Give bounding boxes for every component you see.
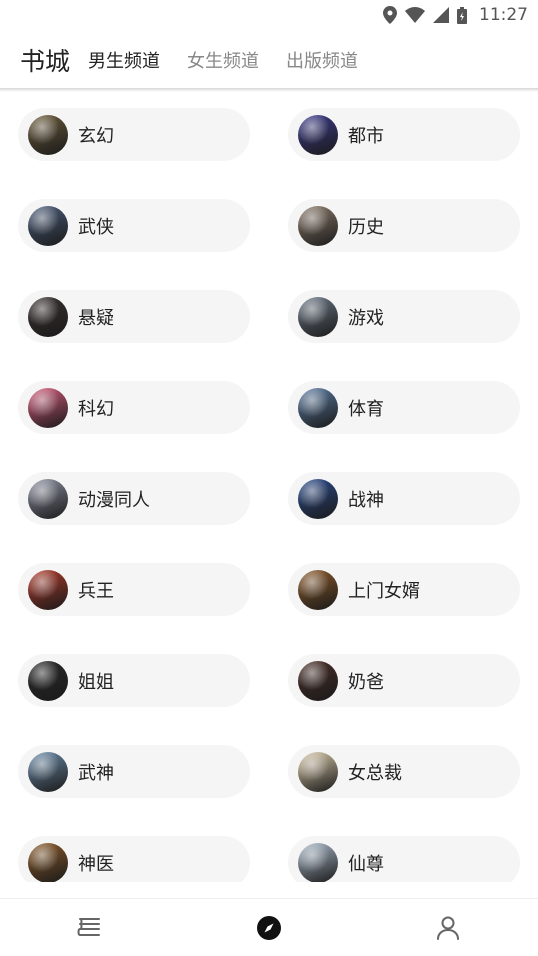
- category-label: 武神: [78, 762, 114, 784]
- category-item[interactable]: 奶爸: [288, 654, 520, 707]
- category-label: 仙尊: [348, 853, 384, 875]
- category-label: 姐姐: [78, 671, 114, 693]
- book-cover-thumbnail: [298, 569, 338, 610]
- book-cover-thumbnail: [298, 205, 338, 246]
- tab-female-channel[interactable]: 女生频道: [187, 47, 259, 73]
- book-cover-thumbnail: [28, 751, 68, 792]
- category-label: 历史: [348, 216, 384, 238]
- category-item[interactable]: 游戏: [288, 290, 520, 343]
- category-label: 体育: [348, 398, 384, 420]
- category-label: 战神: [348, 489, 384, 511]
- book-cover-thumbnail: [298, 478, 338, 519]
- category-item[interactable]: 女总裁: [288, 745, 520, 798]
- category-item[interactable]: 都市: [288, 108, 520, 161]
- category-label: 悬疑: [78, 307, 114, 329]
- compass-icon: [256, 915, 281, 940]
- book-cover-thumbnail: [28, 478, 68, 519]
- category-label: 都市: [348, 125, 384, 147]
- book-cover-thumbnail: [298, 296, 338, 337]
- category-item[interactable]: 武侠: [18, 199, 250, 252]
- status-bar: 11:27: [0, 0, 538, 30]
- category-item[interactable]: 悬疑: [18, 290, 250, 343]
- category-item[interactable]: 上门女婿: [288, 563, 520, 616]
- category-label: 武侠: [78, 216, 114, 238]
- screen: 11:27 书城 男生频道 女生频道 出版频道 玄幻 都市 武侠 历史 悬疑 游…: [0, 0, 538, 956]
- signal-icon: [433, 7, 449, 23]
- category-label: 玄幻: [78, 125, 114, 147]
- category-item[interactable]: 历史: [288, 199, 520, 252]
- header-bar: 书城 男生频道 女生频道 出版频道: [0, 30, 538, 90]
- bottom-navigation: [0, 898, 538, 956]
- category-label: 科幻: [78, 398, 114, 420]
- battery-icon: [457, 6, 467, 24]
- nav-profile[interactable]: [418, 903, 478, 953]
- user-icon: [437, 916, 460, 940]
- category-item[interactable]: 神医: [18, 836, 250, 882]
- page-title: 书城: [20, 47, 71, 76]
- book-cover-thumbnail: [28, 660, 68, 701]
- nav-discover[interactable]: [239, 903, 299, 953]
- category-item[interactable]: 动漫同人: [18, 472, 250, 525]
- bookshelf-icon: [77, 917, 100, 936]
- book-cover-thumbnail: [298, 114, 338, 155]
- category-item[interactable]: 战神: [288, 472, 520, 525]
- category-label: 奶爸: [348, 671, 384, 693]
- location-icon: [383, 6, 397, 24]
- category-item[interactable]: 体育: [288, 381, 520, 434]
- book-cover-thumbnail: [28, 114, 68, 155]
- category-grid: 玄幻 都市 武侠 历史 悬疑 游戏 科幻 体育 动漫同人 战神 兵王 上门女婿 …: [0, 92, 538, 882]
- category-item[interactable]: 科幻: [18, 381, 250, 434]
- category-item[interactable]: 武神: [18, 745, 250, 798]
- category-label: 神医: [78, 853, 114, 875]
- book-cover-thumbnail: [298, 387, 338, 428]
- book-cover-thumbnail: [28, 569, 68, 610]
- tab-publish-channel[interactable]: 出版频道: [286, 47, 358, 73]
- category-label: 女总裁: [348, 762, 402, 784]
- category-item[interactable]: 仙尊: [288, 836, 520, 882]
- category-item[interactable]: 姐姐: [18, 654, 250, 707]
- category-label: 动漫同人: [78, 489, 150, 511]
- book-cover-thumbnail: [298, 660, 338, 701]
- category-label: 上门女婿: [348, 580, 420, 602]
- nav-bookshelf[interactable]: [60, 903, 120, 953]
- tab-male-channel[interactable]: 男生频道: [88, 47, 160, 73]
- book-cover-thumbnail: [28, 842, 68, 882]
- book-cover-thumbnail: [28, 296, 68, 337]
- wifi-icon: [405, 7, 425, 23]
- book-cover-thumbnail: [28, 205, 68, 246]
- book-cover-thumbnail: [298, 842, 338, 882]
- category-item[interactable]: 玄幻: [18, 108, 250, 161]
- category-item[interactable]: 兵王: [18, 563, 250, 616]
- category-label: 游戏: [348, 307, 384, 329]
- category-label: 兵王: [78, 580, 114, 602]
- book-cover-thumbnail: [28, 387, 68, 428]
- status-time: 11:27: [479, 5, 528, 25]
- book-cover-thumbnail: [298, 751, 338, 792]
